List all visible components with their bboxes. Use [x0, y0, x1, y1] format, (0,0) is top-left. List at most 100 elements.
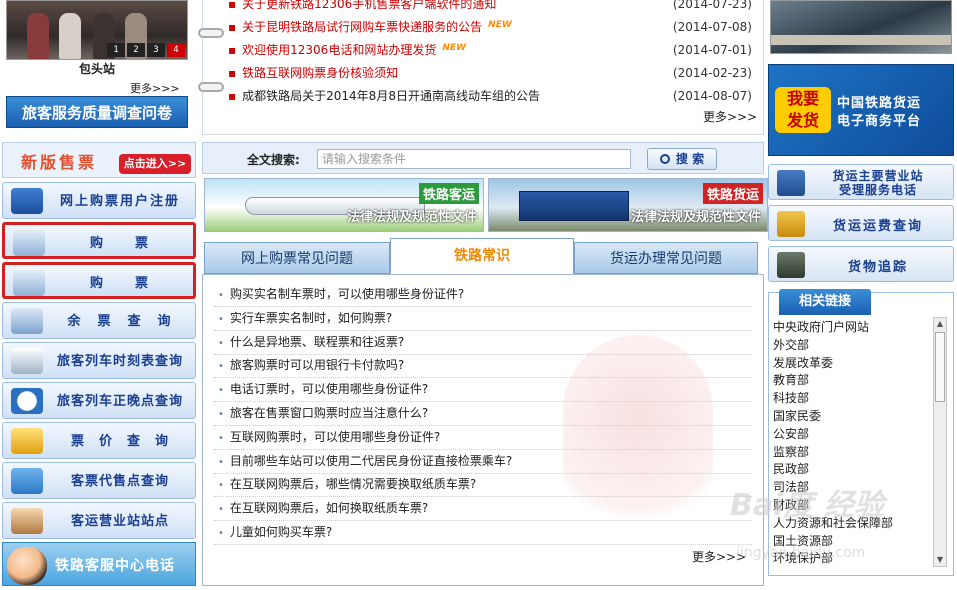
search-bar: 全文搜索: 搜 索: [202, 142, 764, 174]
faq-item[interactable]: • 购买实名制车票时，可以使用哪些身份证件?: [214, 283, 752, 307]
freight-service-phone-line1: 货运主要营业站: [832, 169, 924, 183]
left-nav-item[interactable]: 客运营业站站点: [2, 502, 196, 539]
bullet-icon: •: [218, 528, 224, 539]
related-links-list: 中央政府门户网站 外交部 发展改革委 教育部 科技部 国家民委 公安部 监察部 民政部 司法部 财政…: [773, 319, 929, 568]
news-more-link[interactable]: 更多>>>: [703, 108, 757, 125]
news-item[interactable]: ▪ 铁路互联网购票身份核验须知: [228, 62, 398, 84]
news-item[interactable]: ▪ 欢迎使用12306电话和网站办理发货 NEW: [228, 39, 466, 61]
station-photo[interactable]: 1 2 3 4: [6, 0, 188, 60]
news-item[interactable]: ▪ 关于昆明铁路局试行网购车票快递服务的公告 NEW: [228, 16, 512, 38]
baidu-watermark: Bai度 经验: [730, 488, 884, 523]
freight-service-phone-button[interactable]: 货运主要营业站 受理服务电话: [768, 164, 954, 200]
news-item[interactable]: ▪ 关于更新铁路12306手机售票客户端软件的通知: [228, 0, 496, 15]
freight-service-phone-label: 货运主要营业站 受理服务电话: [809, 165, 947, 201]
news-item[interactable]: ▪ 成都铁路局关于2014年8月8日开通南高线动车组的公告: [228, 85, 540, 107]
bullet-icon: •: [218, 504, 224, 516]
faq-question[interactable]: 在互联网购票后，如何换取纸质车票?: [230, 501, 428, 515]
left-nav-label: 旅客列车正晚点查询: [56, 394, 183, 409]
related-link[interactable]: 监察部: [773, 444, 929, 462]
related-link[interactable]: 教育部: [773, 372, 929, 390]
enter-new-ticketing-button[interactable]: 点击进入>>: [119, 154, 191, 174]
locomotive-icon: [777, 252, 805, 278]
faq-question[interactable]: 电话订票时，可以使用哪些身份证件?: [230, 382, 428, 396]
faq-item[interactable]: • 在互联网购票后，如何换取纸质车票?: [214, 497, 752, 522]
left-nav-item[interactable]: 购 票: [2, 222, 196, 259]
faq-item[interactable]: • 儿童如何购买车票?: [214, 521, 752, 545]
bullet-icon: •: [218, 432, 224, 444]
faq-item[interactable]: • 什么是异地票、联程票和往返票?: [214, 331, 752, 355]
left-nav-item[interactable]: 网上购票用户注册: [2, 182, 196, 219]
shop-icon: [11, 468, 43, 494]
scroll-down-icon[interactable]: ▼: [934, 554, 946, 566]
related-link[interactable]: 民政部: [773, 461, 929, 479]
left-nav-item[interactable]: 票 价 查 询: [2, 422, 196, 459]
faq-question[interactable]: 什么是异地票、联程票和往返票?: [230, 335, 404, 349]
left-nav-item[interactable]: 旅客列车时刻表查询: [2, 342, 196, 379]
banner-subtitle: 法律法规及规范性文件: [630, 210, 761, 225]
survey-button[interactable]: 旅客服务质量调查问卷: [6, 96, 188, 128]
freight-ecommerce-banner[interactable]: 我要 发货 中国铁路货运 电子商务平台: [768, 64, 954, 156]
faq-question[interactable]: 在互联网购票后，哪些情况需要换取纸质车票?: [230, 477, 476, 491]
related-link[interactable]: 公安部: [773, 426, 929, 444]
tab-online-ticket-faq[interactable]: 网上购票常见问题: [204, 242, 390, 274]
faq-question[interactable]: 旅客购票时可以用银行卡付款吗?: [230, 358, 404, 372]
freight-law-banner[interactable]: 铁路货运 法律法规及规范性文件: [488, 178, 768, 232]
tab-railway-knowledge[interactable]: 铁路常识: [390, 238, 574, 274]
cargo-tracking-button[interactable]: 货物追踪: [768, 246, 954, 282]
left-nav-item[interactable]: 购 票: [2, 262, 196, 299]
photo-page-3[interactable]: 3: [147, 43, 165, 57]
faq-item[interactable]: • 电话订票时，可以使用哪些身份证件?: [214, 378, 752, 403]
faq-question[interactable]: 购买实名制车票时，可以使用哪些身份证件?: [230, 287, 464, 301]
ticket-query-icon: [11, 308, 43, 334]
passenger-law-banner[interactable]: 铁路客运 法律法规及规范性文件: [204, 178, 484, 232]
news-title[interactable]: 成都铁路局关于2014年8月8日开通南高线动车组的公告: [242, 89, 540, 103]
left-nav-item[interactable]: 客票代售点查询: [2, 462, 196, 499]
customer-service-hotline[interactable]: 铁路客服中心电话: [2, 542, 196, 586]
train-icon: [11, 348, 43, 374]
photo-page-1[interactable]: 1: [107, 43, 125, 57]
faq-question[interactable]: 目前哪些车站可以使用二代居民身份证直接检票乘车?: [230, 454, 512, 468]
train-photo[interactable]: [770, 0, 952, 54]
left-nav-item[interactable]: 旅客列车正晚点查询: [2, 382, 196, 419]
ecommerce-line2: 电子商务平台: [837, 114, 922, 129]
news-date: (2014-02-23): [672, 66, 752, 80]
related-link[interactable]: 发展改革委: [773, 355, 929, 373]
related-link[interactable]: 中央政府门户网站: [773, 319, 929, 337]
news-date: (2014-07-08): [672, 20, 752, 34]
banner-tag: 铁路货运: [702, 183, 763, 204]
faq-question[interactable]: 旅客在售票窗口购票时应当注意什么?: [230, 406, 428, 420]
faq-item[interactable]: • 实行车票实名制时，如何购票?: [214, 307, 752, 331]
photo-page-4[interactable]: 4: [167, 43, 185, 57]
photo-more-link[interactable]: 更多>>>: [130, 80, 180, 96]
search-input[interactable]: [317, 149, 631, 169]
freight-fee-query-label: 货运运费查询: [832, 218, 923, 234]
news-title[interactable]: 铁路互联网购票身份核验须知: [242, 66, 398, 80]
left-nav-item[interactable]: 余 票 查 询: [2, 302, 196, 339]
photo-page-2[interactable]: 2: [127, 43, 145, 57]
freight-fee-query-button[interactable]: 货运运费查询: [768, 205, 954, 241]
faq-question[interactable]: 实行车票实名制时，如何购票?: [230, 311, 392, 325]
faq-item[interactable]: • 旅客在售票窗口购票时应当注意什么?: [214, 402, 752, 426]
faq-item[interactable]: • 在互联网购票后，哪些情况需要换取纸质车票?: [214, 473, 752, 498]
scroll-up-icon[interactable]: ▲: [934, 318, 946, 330]
tab-freight-faq[interactable]: 货运办理常见问题: [574, 242, 758, 274]
news-title[interactable]: 关于昆明铁路局试行网购车票快递服务的公告: [242, 20, 482, 34]
bullet-icon: •: [218, 313, 224, 325]
scroll-thumb[interactable]: [935, 332, 945, 402]
related-link[interactable]: 科技部: [773, 390, 929, 408]
faq-question[interactable]: 互联网购票时，可以使用哪些身份证件?: [230, 430, 440, 444]
faq-question[interactable]: 儿童如何购买车票?: [230, 525, 332, 539]
news-title[interactable]: 欢迎使用12306电话和网站办理发货: [242, 43, 436, 57]
related-link[interactable]: 国家民委: [773, 408, 929, 426]
faq-item[interactable]: • 互联网购票时，可以使用哪些身份证件?: [214, 426, 752, 450]
search-button[interactable]: 搜 索: [647, 148, 717, 170]
left-nav-label: 旅客列车时刻表查询: [56, 354, 183, 369]
related-links-scrollbar[interactable]: ▲ ▼: [933, 317, 947, 567]
faq-item[interactable]: • 旅客购票时可以用银行卡付款吗?: [214, 354, 752, 379]
left-nav-label: 网上购票用户注册: [59, 194, 180, 209]
related-link[interactable]: 外交部: [773, 337, 929, 355]
news-title[interactable]: 关于更新铁路12306手机售票客户端软件的通知: [242, 0, 496, 11]
news-date: (2014-08-07): [672, 89, 752, 103]
faq-item[interactable]: • 目前哪些车站可以使用二代居民身份证直接检票乘车?: [214, 450, 752, 474]
search-button-label: 搜 索: [675, 152, 705, 166]
